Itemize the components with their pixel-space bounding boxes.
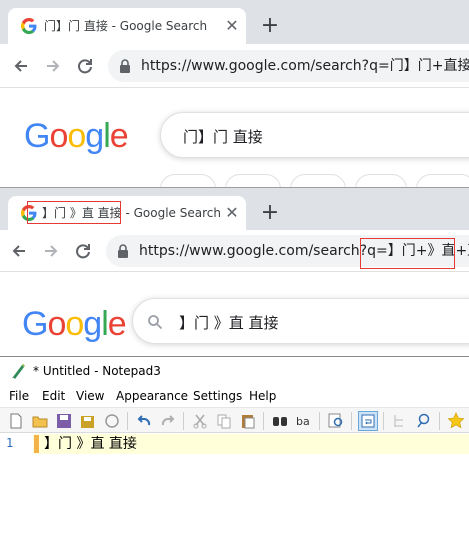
search-box[interactable]: 】门 》直 直接 (132, 298, 469, 344)
lock-icon (120, 59, 130, 73)
search-box[interactable]: 门】门 直接 (160, 112, 469, 158)
menu-settings[interactable]: Settings (193, 389, 242, 404)
search-chip[interactable] (355, 174, 407, 187)
google-g-icon (21, 18, 37, 34)
google-logo: Google (22, 305, 127, 343)
search-chip[interactable] (160, 174, 216, 187)
toolbar: ba (0, 407, 469, 433)
search-query: 】门 》直 直接 (179, 314, 279, 332)
tree-icon[interactable] (391, 412, 409, 430)
copy-icon[interactable] (215, 412, 233, 430)
close-tab-icon[interactable]: ✕ (224, 205, 240, 221)
menu-help[interactable]: Help (249, 389, 276, 404)
reload-icon[interactable] (74, 55, 96, 77)
save-icon[interactable] (55, 412, 73, 430)
window-title: * Untitled - Notepad3 (33, 364, 161, 378)
redo-icon[interactable] (159, 412, 177, 430)
url-text: https://www.google.com/search?q=门】门+直接&s… (141, 58, 469, 74)
toolbar-separator (263, 412, 264, 430)
toolbar-separator (127, 412, 128, 430)
browser-window-2: 】门 》直 直接 - Google Search ✕ + https://www… (0, 187, 469, 357)
arrow-left-icon[interactable] (8, 240, 30, 262)
svg-text:ba: ba (296, 415, 310, 428)
star-icon[interactable] (447, 412, 465, 430)
editor-line-text: 】门 》直 直接 (44, 436, 137, 452)
notepad3-window: * Untitled - Notepad3 File Edit View App… (0, 356, 469, 542)
open-folder-icon[interactable] (31, 412, 49, 430)
menu-view[interactable]: View (76, 389, 104, 404)
lock-icon (118, 244, 128, 258)
menu-edit[interactable]: Edit (42, 389, 65, 404)
menu-appearance[interactable]: Appearance (116, 389, 188, 404)
highlight-box-url-query (360, 238, 455, 269)
search-chip[interactable] (416, 174, 469, 187)
cut-icon[interactable] (191, 412, 209, 430)
save-as-icon[interactable] (79, 412, 97, 430)
change-marker (34, 435, 39, 453)
toolbar-separator (319, 412, 320, 430)
new-tab-button[interactable]: + (258, 201, 282, 225)
new-file-icon[interactable] (7, 412, 25, 430)
editor-area[interactable]: 1 】门 》直 直接 (0, 434, 469, 542)
new-tab-button[interactable]: + (258, 14, 282, 38)
find-icon[interactable] (271, 412, 289, 430)
word-wrap-icon[interactable] (358, 411, 378, 431)
toolbar-separator (351, 412, 352, 430)
browser-window-1: 门】门 直接 - Google Search ✕ + https://www.g… (0, 0, 469, 187)
menu-bar: File Edit View Appearance Settings Help (0, 386, 469, 407)
toolbar-separator (439, 412, 440, 430)
line-number-gutter: 1 (0, 434, 31, 542)
close-tab-icon[interactable]: ✕ (224, 18, 240, 34)
undo-icon[interactable] (135, 412, 153, 430)
address-bar[interactable]: https://www.google.com/search?q=门】门+直接&s… (108, 50, 469, 82)
notepad3-icon (12, 363, 25, 379)
toolbar-separator (183, 412, 184, 430)
magnifier-icon (148, 315, 163, 330)
arrow-left-icon[interactable] (10, 55, 32, 77)
browser-tab[interactable]: 门】门 直接 - Google Search ✕ (8, 8, 246, 44)
browser-toolbar: https://www.google.com/search?q=门】门+直接&s… (0, 44, 469, 88)
tab-title: 门】门 直接 - Google Search (44, 19, 208, 33)
zoom-icon[interactable] (327, 412, 345, 430)
search-query: 门】门 直接 (183, 128, 263, 146)
arrow-right-icon[interactable] (40, 240, 62, 262)
arrow-right-icon[interactable] (42, 55, 64, 77)
line-number: 1 (6, 436, 14, 450)
search-chip[interactable] (290, 174, 346, 187)
toolbar-separator (383, 412, 384, 430)
menu-file[interactable]: File (9, 389, 29, 404)
reload-icon[interactable] (72, 240, 94, 262)
highlight-box-tab-title (27, 201, 121, 224)
google-logo: Google (24, 117, 129, 155)
paste-icon[interactable] (239, 412, 257, 430)
search-chip[interactable] (225, 174, 281, 187)
search-preview-icon[interactable] (415, 412, 433, 430)
notepad-titlebar: * Untitled - Notepad3 (0, 357, 469, 386)
replace-icon[interactable]: ba (295, 412, 313, 430)
revert-icon[interactable] (103, 412, 121, 430)
